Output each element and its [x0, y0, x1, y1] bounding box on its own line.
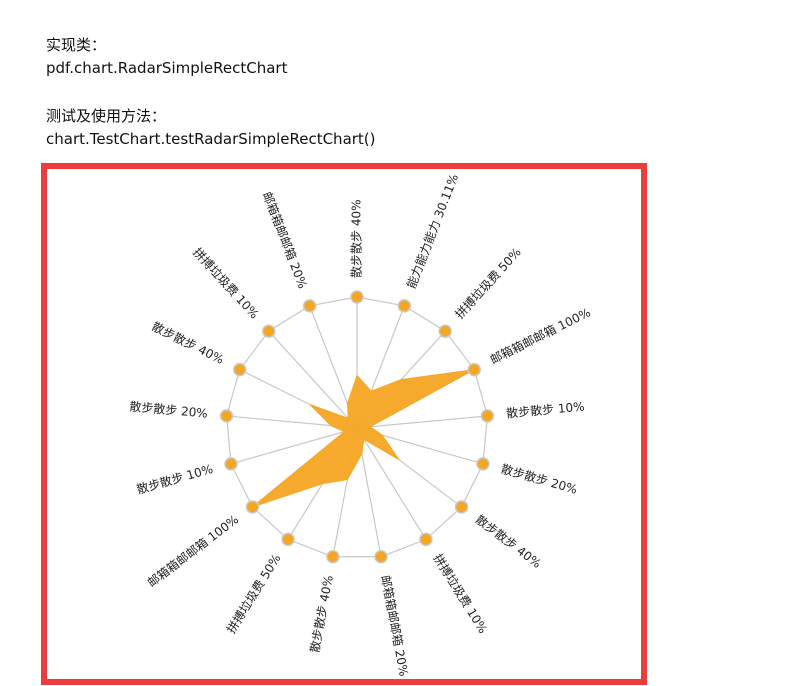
test-heading: 测试及使用方法： — [46, 107, 167, 125]
test-call: chart.TestChart.testRadarSimpleRectChart… — [46, 130, 376, 148]
radar-category-label: 拼搏垃圾费 50% — [223, 551, 283, 636]
radar-category-label: 邮箱箱邮邮箱 20% — [378, 574, 412, 678]
radar-category-label: 散步散步 10% — [506, 398, 586, 420]
radar-category-label: 散步散步 10% — [135, 461, 215, 497]
radar-category-label: 邮箱箱邮邮箱 20% — [260, 189, 311, 290]
radar-vertex-marker — [397, 299, 412, 313]
radar-vertex-marker — [438, 324, 453, 338]
radar-category-label: 拼搏垃圾费 10% — [190, 245, 262, 322]
radar-data-area — [252, 369, 475, 508]
radar-spoke — [268, 330, 358, 429]
radar-category-label: 邮箱箱邮邮箱 100% — [144, 512, 241, 590]
radar-vertex-marker — [281, 532, 295, 547]
radar-vertex-marker — [454, 500, 469, 514]
radar-vertex-marker — [261, 324, 276, 338]
radar-vertex-marker — [245, 500, 260, 514]
radar-category-label: 散步散步 20% — [129, 398, 209, 420]
radar-vertex-marker — [374, 550, 388, 564]
class-name: pdf.chart.RadarSimpleRectChart — [46, 59, 288, 77]
radar-vertex-marker — [467, 362, 482, 377]
radar-vertex-marker — [476, 457, 490, 471]
radar-chart: 散步散步 40% 能力能力能力 30.11%拼搏垃圾费 50%邮箱箱邮邮箱 100… — [129, 172, 593, 678]
radar-category-label: 能力能力能力 30.11% — [404, 172, 461, 290]
radar-category-label: 散步散步 40% — [150, 319, 227, 367]
radar-vertex-marker — [419, 532, 433, 547]
radar-category-label: 拼搏垃圾费 50% — [452, 245, 524, 322]
radar-category-label: 邮箱箱邮邮箱 100% — [487, 304, 592, 367]
radar-vertex-marker — [350, 290, 364, 304]
chart-frame: 散步散步 40% 能力能力能力 30.11% 拼搏垃圾费 50% 邮箱箱邮邮箱 100… — [41, 163, 647, 685]
radar-category-label: 散步散步 20% — [499, 461, 579, 497]
radar-category-label: 散步散步 40% — [307, 574, 336, 654]
radar-vertex-marker — [326, 550, 340, 564]
radar-category-label: 拼搏垃圾费 10% — [430, 551, 490, 636]
radar-category-label: 散步散步 40% — [349, 200, 364, 279]
radar-vertex-marker — [219, 409, 234, 423]
radar-vertex-marker — [224, 457, 238, 471]
radar-vertex-marker — [480, 409, 495, 423]
class-heading: 实现类： — [46, 36, 107, 54]
radar-category-label: 散步散步 40% — [473, 512, 545, 571]
radar-vertex-marker — [302, 299, 317, 313]
radar-vertex-marker — [232, 362, 247, 377]
